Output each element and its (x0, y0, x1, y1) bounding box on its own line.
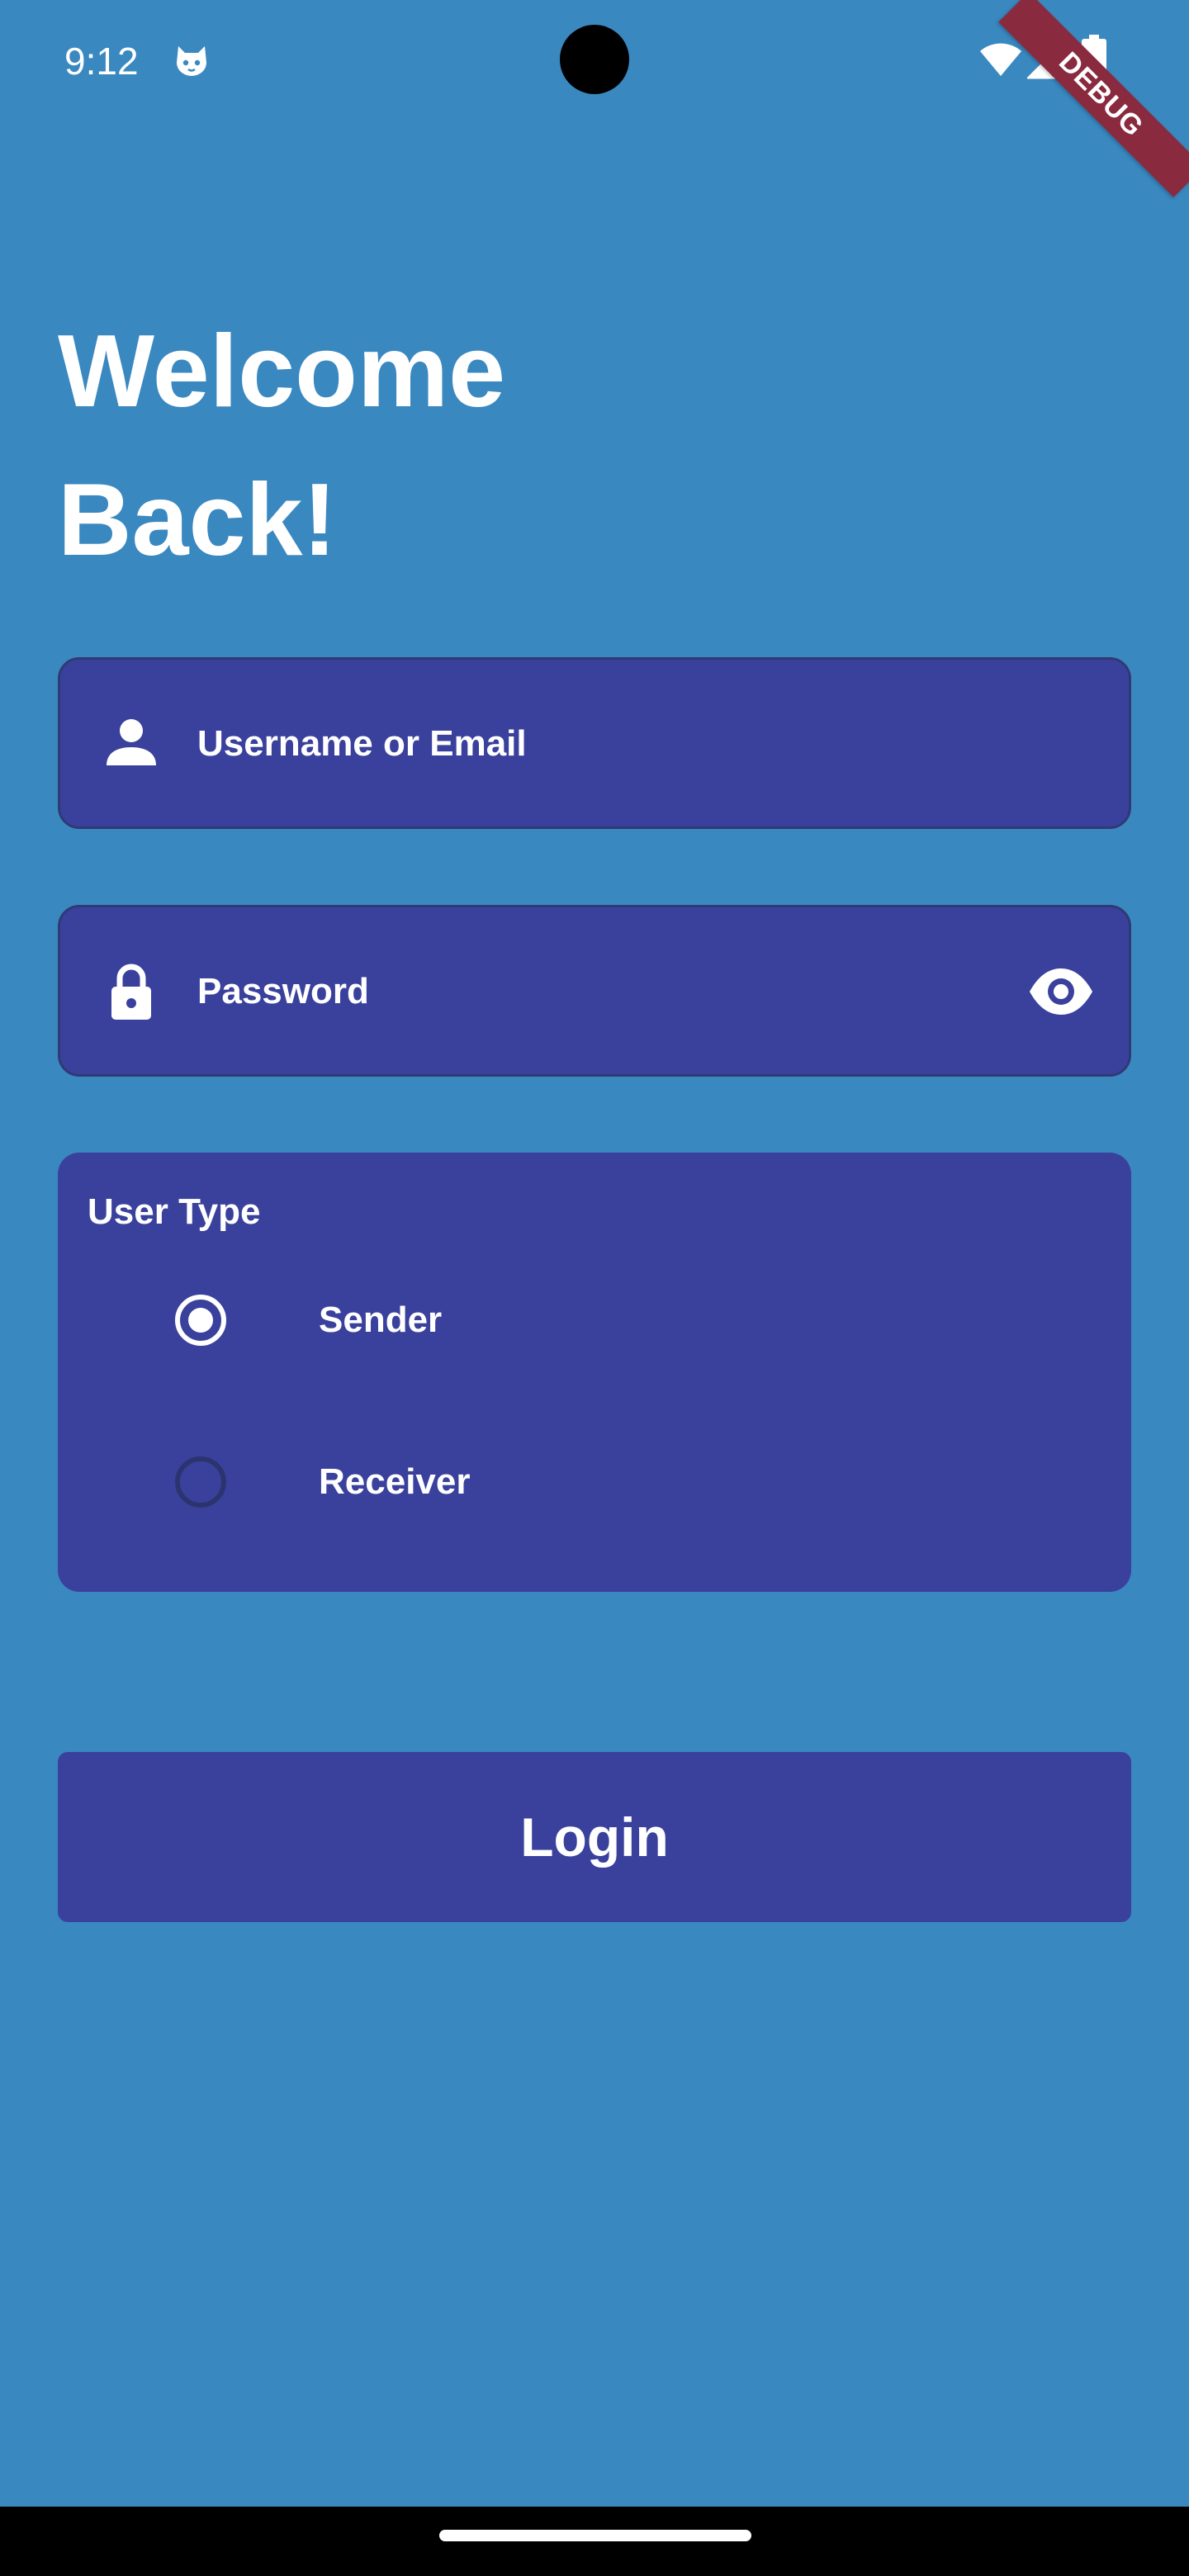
camera-cutout (560, 25, 629, 94)
password-field[interactable] (58, 905, 1131, 1077)
login-button[interactable]: Login (58, 1752, 1131, 1922)
status-time: 9:12 (64, 40, 139, 83)
user-type-card: User Type Sender Receiver (58, 1153, 1131, 1592)
radio-label-receiver: Receiver (319, 1461, 471, 1502)
username-input[interactable] (197, 701, 1023, 787)
username-field[interactable] (58, 657, 1131, 829)
radio-button-receiver[interactable] (175, 1456, 226, 1508)
lock-icon (111, 964, 151, 1020)
page-title: Welcome Back! (58, 315, 506, 577)
wifi-icon (980, 43, 1021, 76)
person-icon (107, 719, 156, 765)
navigation-bar (0, 2507, 1189, 2576)
radio-label-sender: Sender (319, 1300, 443, 1340)
radio-option-sender[interactable]: Sender (58, 1258, 1131, 1382)
eye-icon[interactable] (1026, 957, 1096, 1026)
user-type-label: User Type (88, 1191, 261, 1232)
cat-face-icon (177, 46, 206, 76)
password-input[interactable] (197, 949, 1023, 1035)
radio-button-sender[interactable] (175, 1295, 226, 1346)
home-indicator[interactable] (439, 2530, 751, 2541)
radio-option-receiver[interactable]: Receiver (58, 1420, 1131, 1544)
